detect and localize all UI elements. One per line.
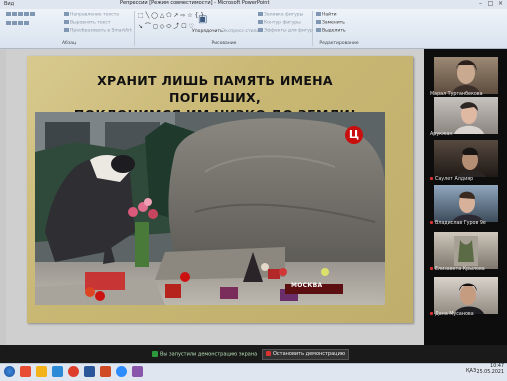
memorial-photo xyxy=(35,112,385,305)
align-icons[interactable] xyxy=(6,21,30,27)
text-direction-button[interactable]: Направление текста xyxy=(64,12,119,18)
drawing-group: ⬚ ╲ ◯ △ ⬠ ↗ ⇨ ☆ { } ↘ ⌒ ◻ ◇ ⬭ ⤴ ☐ ♡ ▣ Уп… xyxy=(136,11,313,46)
channel-logo: Ц xyxy=(345,126,363,144)
minimize-icon[interactable]: – xyxy=(476,0,485,8)
shape-effects-button[interactable]: Эффекты для фигур xyxy=(258,28,313,34)
chrome-icon[interactable] xyxy=(68,366,79,377)
participant-video-2[interactable] xyxy=(434,97,498,134)
participants-panel: Марал Турганбекова Арукжан Саулет Алдияр… xyxy=(424,49,507,345)
stop-share-button[interactable]: Остановить демонстрацию xyxy=(262,349,350,360)
view-menu[interactable]: Вид xyxy=(4,1,14,7)
opera-icon[interactable] xyxy=(20,366,31,377)
arrange-icon[interactable]: ▣ xyxy=(198,14,207,25)
participant-video-1[interactable] xyxy=(434,57,498,94)
editing-group: Найти Заменить Выделить Редактирование xyxy=(314,11,364,46)
paragraph-group-label: Абзац xyxy=(61,41,77,46)
slide-title-line-1: ХРАНИТ ЛИШЬ ПАМЯТЬ ИМЕНА ПОГИБШИХ, xyxy=(97,73,333,105)
stop-icon xyxy=(266,351,271,356)
folder-icon[interactable] xyxy=(36,366,47,377)
shapes-gallery[interactable]: ⬚ ╲ ◯ △ ⬠ ↗ ⇨ ☆ { } xyxy=(138,12,204,19)
word-icon[interactable] xyxy=(84,366,95,377)
muted-mic-icon xyxy=(430,177,433,180)
convert-smartart-button[interactable]: Преобразовать в SmartArt xyxy=(64,28,132,34)
participant-name-2: Арукжан xyxy=(430,132,453,137)
muted-mic-icon xyxy=(430,312,433,315)
find-button[interactable]: Найти xyxy=(316,12,337,18)
maximize-icon[interactable]: □ xyxy=(486,0,495,8)
muted-mic-icon xyxy=(430,221,433,224)
app-icon[interactable] xyxy=(132,366,143,377)
participant-name-3: Саулет Алдияр xyxy=(430,177,473,182)
system-clock[interactable]: 10:47 25.05.2021 xyxy=(477,364,504,376)
participant-name-4-text: Владислав Гуров 9е xyxy=(435,221,486,226)
share-screen-icon xyxy=(152,351,158,357)
share-status: Вы запустили демонстрацию экрана xyxy=(152,351,257,358)
clock-date: 25.05.2021 xyxy=(476,370,504,375)
arrange-button[interactable]: Упорядочить xyxy=(192,29,223,34)
muted-mic-icon xyxy=(430,267,433,270)
participant-name-5: Елизавета Крылова xyxy=(430,267,485,272)
participant-name-5-text: Елизавета Крылова xyxy=(435,267,485,272)
quick-styles-button[interactable]: Экспресс-стили xyxy=(222,29,259,34)
language-indicator[interactable]: ҚАЗ xyxy=(466,368,476,374)
participant-avatar xyxy=(454,283,484,314)
share-status-text: Вы запустили демонстрацию экрана xyxy=(160,351,258,358)
participant-video-5[interactable] xyxy=(434,232,498,269)
powerpoint-icon[interactable] xyxy=(100,366,111,377)
paragraph-format-icons[interactable] xyxy=(6,12,36,18)
participant-avatar xyxy=(452,191,484,222)
start-button-icon[interactable] xyxy=(4,366,15,377)
shapes-gallery-row2[interactable]: ↘ ⌒ ◻ ◇ ⬭ ⤴ ☐ ♡ xyxy=(138,21,194,31)
ribbon: Направление текста Выровнять текст Преоб… xyxy=(0,9,507,49)
media-icon[interactable] xyxy=(52,366,63,377)
window-title: Репрессии [Режим совместимости] - Micros… xyxy=(120,0,270,6)
participant-avatar xyxy=(454,236,478,266)
participant-avatar xyxy=(456,147,486,177)
drawing-group-label: Рисование xyxy=(211,41,237,46)
stop-share-label: Остановить демонстрацию xyxy=(273,351,346,357)
align-text-button[interactable]: Выровнять текст xyxy=(64,20,110,26)
zoom-icon[interactable] xyxy=(116,366,127,377)
editing-group-label: Редактирование xyxy=(319,41,359,46)
photo-caption: МОСКВА xyxy=(291,282,323,289)
select-button[interactable]: Выделить xyxy=(316,28,346,34)
participant-video-6[interactable] xyxy=(434,277,498,314)
shape-outline-button[interactable]: Контур фигуры xyxy=(258,20,301,26)
slide-photo[interactable]: Ц МОСКВА xyxy=(35,112,385,305)
participant-avatar xyxy=(454,102,484,134)
replace-button[interactable]: Заменить xyxy=(316,20,345,26)
participant-name-6-text: Дана Мусанова xyxy=(435,312,474,317)
shape-fill-button[interactable]: Заливка фигуры xyxy=(258,12,303,18)
window-controls: – □ × xyxy=(476,0,505,9)
paragraph-group: Направление текста Выровнять текст Преоб… xyxy=(4,11,135,46)
participant-avatar xyxy=(452,60,480,94)
participant-name-6: Дана Мусанова xyxy=(430,312,474,317)
participant-video-4[interactable] xyxy=(434,185,498,222)
participant-video-3[interactable] xyxy=(434,140,498,177)
participant-name-4: Владислав Гуров 9е xyxy=(430,221,486,226)
close-icon[interactable]: × xyxy=(496,0,505,8)
participant-name-3-text: Саулет Алдияр xyxy=(435,177,474,182)
